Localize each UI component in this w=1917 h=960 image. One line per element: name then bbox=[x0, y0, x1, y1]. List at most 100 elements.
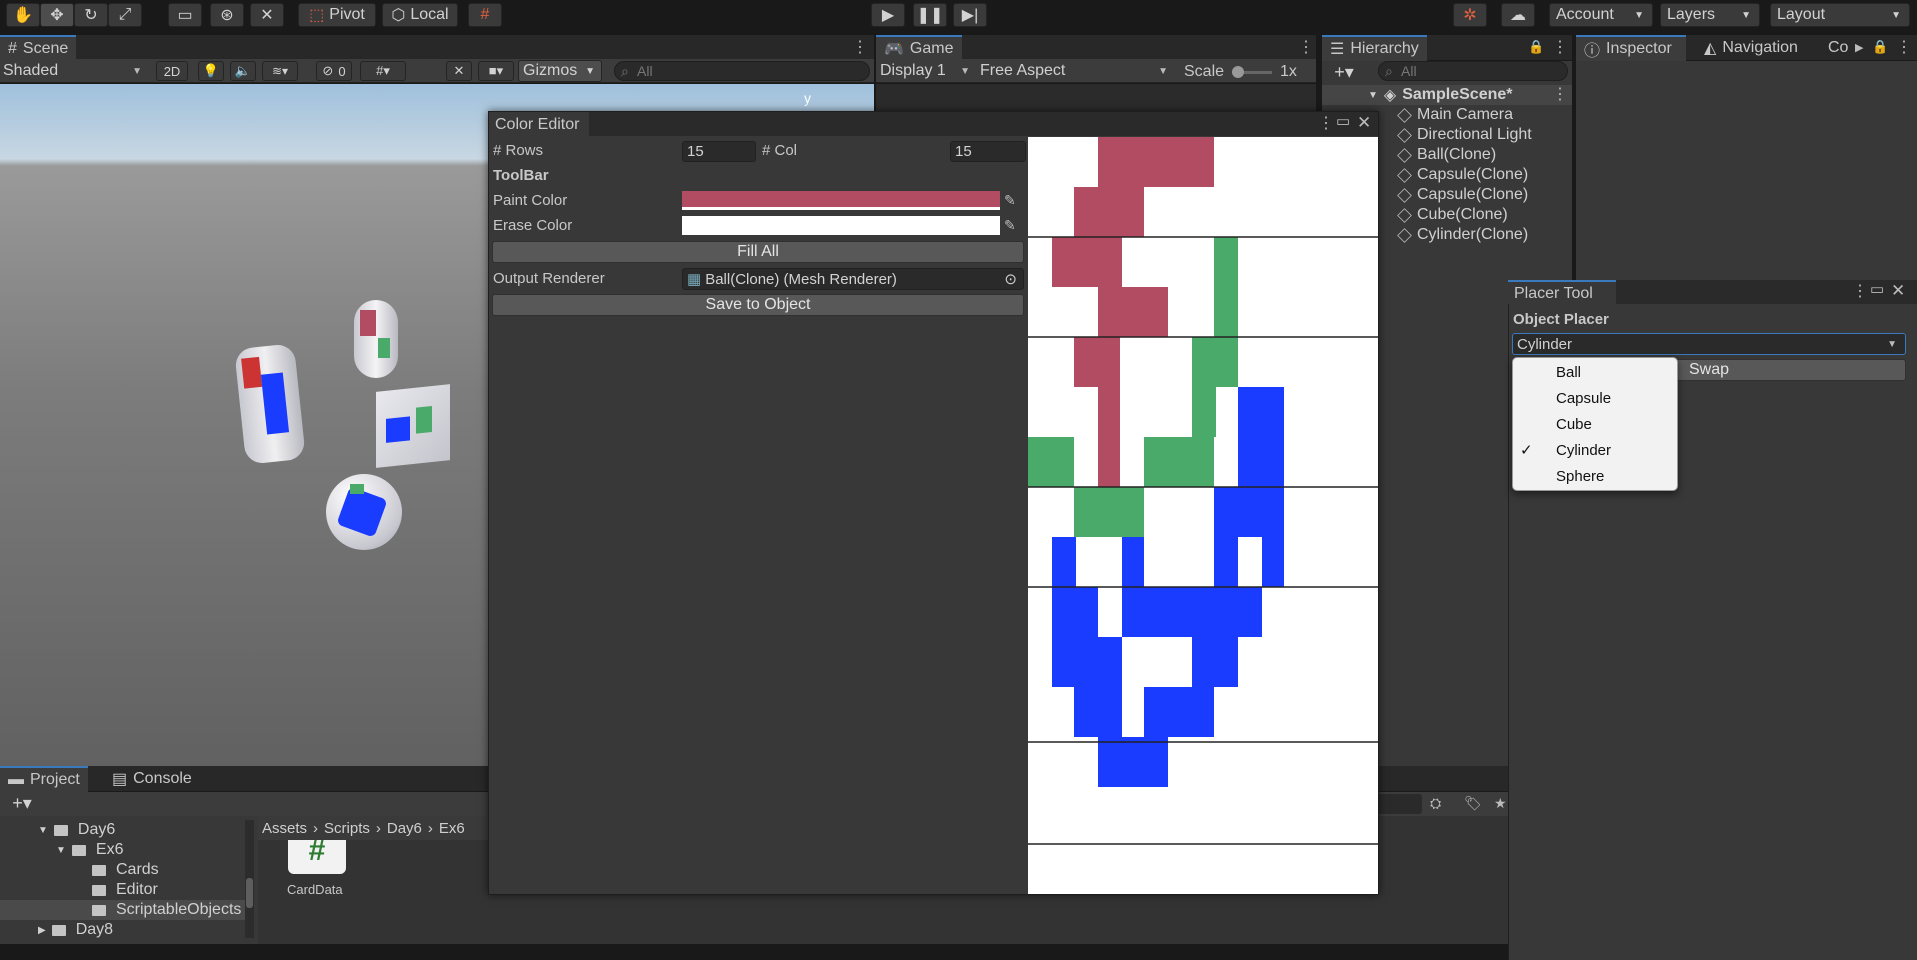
erase-color-swatch[interactable] bbox=[682, 216, 1000, 235]
rect-tool-button[interactable]: ▭ bbox=[168, 3, 202, 27]
tab-inspector[interactable]: ⓘ Inspector bbox=[1576, 35, 1686, 61]
eyedropper-icon[interactable]: ✎ bbox=[1004, 217, 1016, 233]
shading-dropdown[interactable]: Shaded ▼ bbox=[3, 59, 148, 83]
ball-object[interactable] bbox=[326, 474, 402, 550]
2d-toggle[interactable]: 2D bbox=[156, 61, 188, 81]
play-button[interactable]: ▶ bbox=[871, 3, 905, 27]
menu-item-capsule[interactable]: Capsule bbox=[1556, 385, 1716, 411]
tree-item-day8[interactable]: ▶ Day8 bbox=[38, 920, 113, 940]
tab-console[interactable]: ▤ Console bbox=[104, 766, 200, 792]
favorite-icon[interactable]: ★ bbox=[1494, 795, 1507, 811]
asset-thumbnail[interactable]: # bbox=[288, 840, 346, 874]
cube-object[interactable] bbox=[376, 384, 450, 468]
lock-icon[interactable]: 🔒 bbox=[1872, 39, 1888, 55]
erase-color-label: Erase Color bbox=[493, 217, 573, 234]
menu-item-ball[interactable]: Ball bbox=[1556, 359, 1716, 385]
project-add-button[interactable]: +▾ bbox=[4, 793, 40, 813]
game-menu-icon[interactable]: ⋮ bbox=[1298, 40, 1314, 56]
window-menu-icon[interactable]: ⋮ bbox=[1852, 284, 1868, 300]
cloud-button[interactable]: ☁ bbox=[1501, 3, 1535, 27]
hierarchy-scene[interactable]: ▼ ◈ SampleScene* bbox=[1368, 85, 1513, 105]
menu-item-sphere[interactable]: Sphere bbox=[1556, 463, 1716, 489]
hierarchy-add-button[interactable]: +▾ bbox=[1326, 62, 1362, 82]
project-search-input[interactable] bbox=[1376, 794, 1422, 814]
hierarchy-menu-icon[interactable]: ⋮ bbox=[1552, 40, 1568, 56]
hand-tool-button[interactable]: ✋ bbox=[6, 3, 40, 27]
object-type-dropdown[interactable]: Cylinder ▼ bbox=[1512, 333, 1906, 355]
tree-item-cards[interactable]: Cards bbox=[92, 860, 159, 880]
menu-item-cylinder[interactable]: ✓ Cylinder bbox=[1520, 437, 1716, 463]
tree-item-day6[interactable]: ▼ Day6 bbox=[38, 820, 115, 840]
transform-tool-button[interactable]: ⊛ bbox=[210, 3, 244, 27]
pixel-canvas[interactable] bbox=[1028, 137, 1378, 894]
lock-icon[interactable]: 🔒 bbox=[1528, 39, 1544, 55]
camera-button[interactable]: ■▾ bbox=[478, 61, 514, 81]
maximize-icon[interactable]: ▭ bbox=[1870, 282, 1884, 298]
account-dropdown[interactable]: Account ▼ bbox=[1549, 3, 1653, 27]
tree-item-ex6[interactable]: ▼ Ex6 bbox=[56, 840, 123, 860]
close-icon[interactable]: ✕ bbox=[1357, 114, 1371, 131]
grid-snap-button[interactable]: # bbox=[468, 3, 502, 27]
tab-scene[interactable]: # Scene bbox=[0, 35, 77, 61]
inspector-menu-icon[interactable]: ⋮ bbox=[1896, 40, 1912, 56]
fill-all-button[interactable]: Fill All bbox=[492, 241, 1024, 263]
grid-toggle[interactable]: #▾ bbox=[360, 61, 406, 81]
hierarchy-item[interactable]: Main Camera bbox=[1397, 105, 1513, 125]
tree-item-scriptableobjects[interactable]: ScriptableObjects bbox=[92, 900, 241, 920]
window-menu-icon[interactable]: ⋮ bbox=[1318, 116, 1334, 132]
hidden-toggle[interactable]: ⊘ 0 bbox=[316, 61, 352, 81]
filter-label-icon[interactable]: 🏷 bbox=[1464, 795, 1482, 811]
rotate-tool-button[interactable]: ↻ bbox=[74, 3, 108, 27]
scale-tool-button[interactable]: ⤢ bbox=[108, 3, 142, 27]
local-toggle[interactable]: ⬡ Local bbox=[382, 3, 458, 27]
menu-item-cube[interactable]: Cube bbox=[1556, 411, 1716, 437]
layout-dropdown[interactable]: Layout ▼ bbox=[1770, 3, 1910, 27]
save-to-object-button[interactable]: Save to Object bbox=[492, 294, 1024, 316]
paint-color-swatch[interactable] bbox=[682, 191, 1000, 210]
tree-scrollbar[interactable] bbox=[245, 820, 254, 938]
pivot-toggle[interactable]: ⬚ Pivot bbox=[298, 3, 376, 27]
tab-game[interactable]: 🎮 Game bbox=[876, 35, 962, 61]
hierarchy-item[interactable]: Cylinder(Clone) bbox=[1397, 225, 1528, 245]
hierarchy-item[interactable]: Capsule(Clone) bbox=[1397, 185, 1528, 205]
hierarchy-item[interactable]: Cube(Clone) bbox=[1397, 205, 1508, 225]
scene-row-menu-icon[interactable]: ⋮ bbox=[1552, 87, 1568, 103]
eyedropper-icon[interactable]: ✎ bbox=[1004, 192, 1016, 208]
scale-slider[interactable] bbox=[1232, 66, 1272, 78]
move-tool-button[interactable]: ✥ bbox=[40, 3, 74, 27]
asset-name[interactable]: CardData bbox=[287, 882, 343, 897]
hierarchy-item[interactable]: Ball(Clone) bbox=[1397, 145, 1496, 165]
effects-toggle[interactable]: ≋▾ bbox=[262, 61, 298, 81]
close-icon[interactable]: ✕ bbox=[1891, 282, 1905, 299]
custom-tool-button[interactable]: ✕ bbox=[250, 3, 284, 27]
output-renderer-field[interactable]: ▦ Ball(Clone) (Mesh Renderer) ⊙ bbox=[682, 268, 1024, 290]
maximize-icon[interactable]: ▭ bbox=[1336, 114, 1350, 130]
tab-more[interactable]: Co bbox=[1824, 35, 1852, 61]
tab-project[interactable]: ▬ Project bbox=[0, 766, 88, 792]
filter-type-icon[interactable]: ⛭ bbox=[1430, 795, 1441, 811]
cylinder-object[interactable] bbox=[234, 343, 306, 465]
lighting-toggle[interactable]: 💡 bbox=[198, 61, 224, 81]
tab-scroll-icon[interactable]: ▶ bbox=[1855, 40, 1863, 56]
tree-item-editor[interactable]: Editor bbox=[92, 880, 158, 900]
tab-hierarchy[interactable]: ☰ Hierarchy bbox=[1322, 35, 1427, 61]
layers-dropdown[interactable]: Layers ▼ bbox=[1660, 3, 1760, 27]
scene-search-input[interactable]: ⌕ All bbox=[614, 61, 870, 81]
aspect-dropdown[interactable]: Free Aspect ▼ bbox=[980, 59, 1174, 83]
display-dropdown[interactable]: Display 1 ▼ bbox=[880, 59, 976, 83]
col-input[interactable]: 15 bbox=[950, 141, 1026, 162]
hierarchy-item[interactable]: Directional Light bbox=[1397, 125, 1532, 145]
audio-toggle[interactable]: 🔈 bbox=[230, 61, 256, 81]
step-button[interactable]: ▶| bbox=[953, 3, 987, 27]
rows-input[interactable]: 15 bbox=[682, 141, 756, 162]
hierarchy-search-input[interactable]: ⌕ All bbox=[1378, 61, 1568, 81]
hierarchy-item[interactable]: Capsule(Clone) bbox=[1397, 165, 1528, 185]
pause-button[interactable]: ❚❚ bbox=[913, 3, 947, 27]
gizmos-dropdown[interactable]: Gizmos ▼ bbox=[518, 60, 602, 82]
tab-navigation[interactable]: ◭ Navigation bbox=[1696, 35, 1806, 61]
object-picker-icon[interactable]: ⊙ bbox=[1004, 270, 1017, 288]
scene-tools-button[interactable]: ✕ bbox=[446, 61, 472, 81]
collab-button[interactable]: ✲ bbox=[1453, 3, 1487, 27]
capsule-object[interactable] bbox=[354, 300, 398, 378]
scene-menu-icon[interactable]: ⋮ bbox=[852, 40, 868, 56]
